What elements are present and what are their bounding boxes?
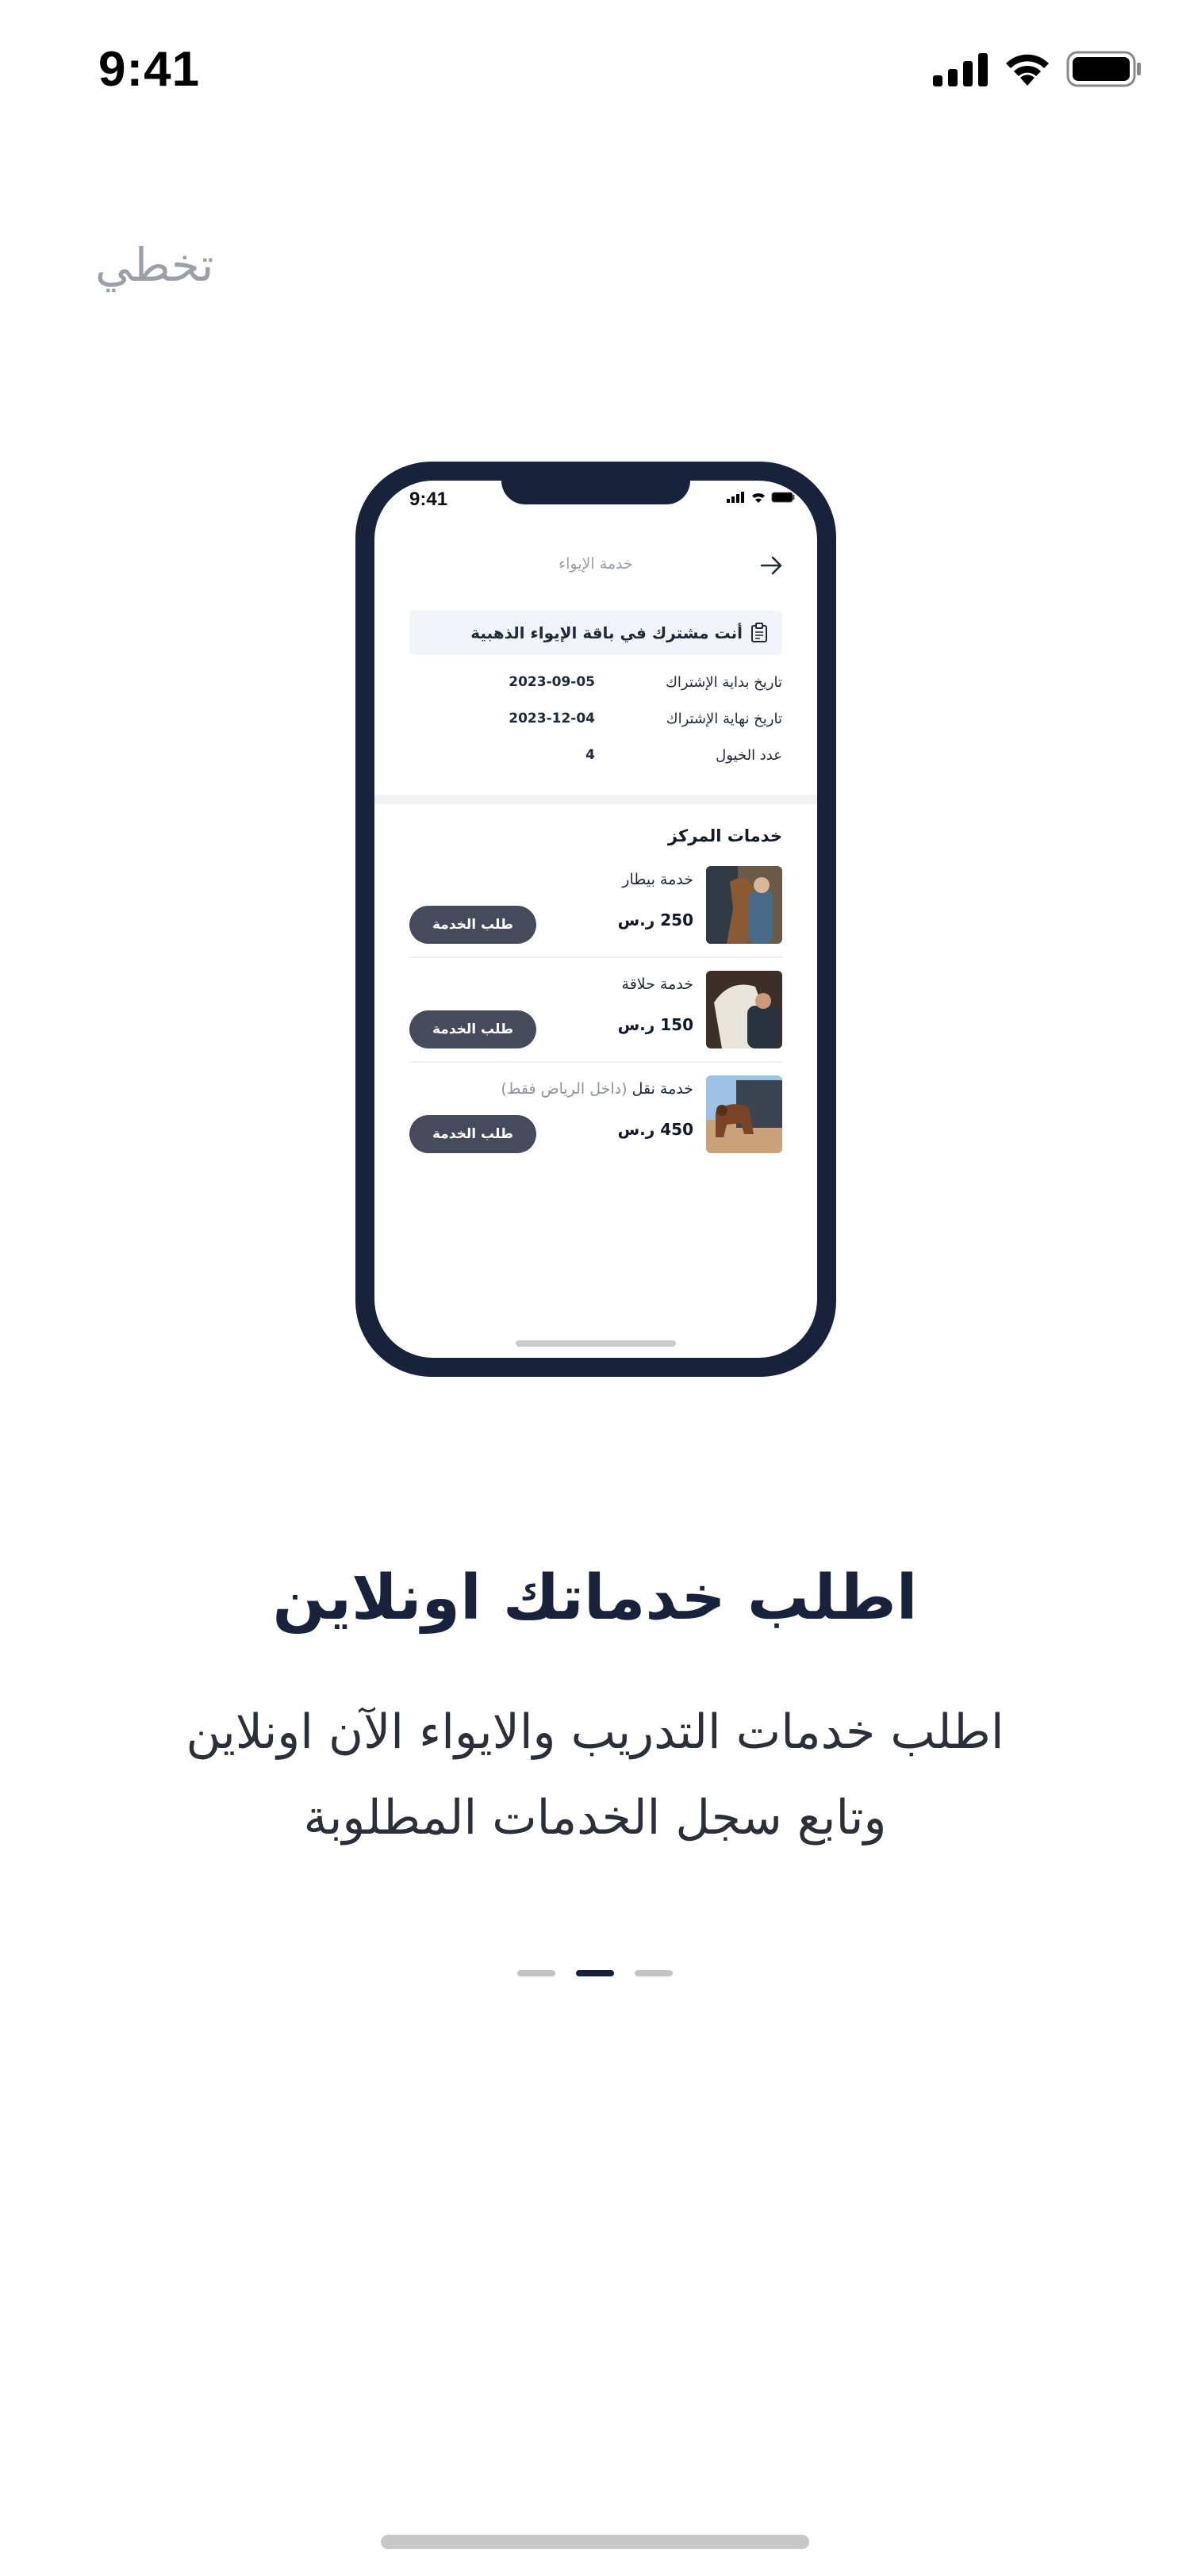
mockup-status-icons [727,492,795,503]
service-name: خدمة بيطار [622,871,693,888]
request-service-button[interactable]: طلب الخدمة [409,1115,536,1153]
service-price: 250 ر.س [617,910,693,930]
info-row-start-date: تاريخ بداية الإشتراك 2023-09-05 [409,674,782,698]
battery-icon [771,492,795,503]
onboarding-description: اطلب خدمات التدريب والايواء الآن اونلاين… [79,1689,1111,1861]
request-service-button[interactable]: طلب الخدمة [409,906,536,944]
row-divider [409,1061,782,1063]
skip-button[interactable]: تخطي [95,238,214,292]
signal-icon [933,53,988,86]
phone-notch [501,481,690,504]
phone-mockup: 9:41 خدمة الإيواء أنت مشترك في باقة الإي… [355,462,836,1377]
page-indicator [0,1970,1190,1976]
mockup-header: خدمة الإيواء [374,550,817,582]
page-dot[interactable] [635,1970,673,1976]
mockup-home-indicator [516,1340,676,1347]
battery-icon [1066,51,1141,87]
service-name: خدمة حلاقة [621,976,693,993]
service-item: خدمة نقل (داخل الرياض فقط) 450 ر.س طلب ا… [409,1075,782,1155]
status-bar: 9:41 [0,0,1190,143]
info-label: عدد الخيول [716,747,782,764]
arrow-right-icon[interactable] [758,554,785,577]
section-divider [374,795,817,804]
service-name: خدمة نقل (داخل الرياض فقط) [501,1080,693,1098]
signal-icon [727,492,744,503]
subscription-banner: أنت مشترك في باقة الإيواء الذهبية [409,611,782,655]
wifi-icon [752,493,765,503]
service-item: خدمة حلاقة 150 ر.س طلب الخدمة [409,971,782,1050]
service-item: خدمة بيطار 250 ر.س طلب الخدمة [409,866,782,945]
page-dot[interactable] [517,1970,555,1976]
service-image [706,866,782,944]
clipboard-icon [751,623,767,642]
info-value: 2023-09-05 [509,674,595,690]
mockup-page-title: خدمة الإيواء [559,555,633,573]
info-label: تاريخ بداية الإشتراك [666,674,782,691]
status-icons [933,51,1142,87]
row-divider [409,956,782,958]
service-image [706,971,782,1048]
home-indicator[interactable] [381,2535,809,2549]
info-value: 2023-12-04 [509,711,595,726]
info-label: تاريخ نهاية الإشتراك [666,711,782,727]
onboarding-title: اطلب خدماتك اونلاين [272,1562,918,1634]
mockup-status-time: 9:41 [409,489,448,510]
services-section-title: خدمات المركز [667,826,782,845]
phone-screen: 9:41 خدمة الإيواء أنت مشترك في باقة الإي… [374,481,817,1358]
service-image [706,1075,782,1153]
service-price: 450 ر.س [617,1120,693,1139]
subscription-text: أنت مشترك في باقة الإيواء الذهبية [470,623,743,642]
status-time: 9:41 [98,42,201,97]
description-line-2: وتابع سجل الخدمات المطلوبة [303,1790,887,1846]
description-line-1: اطلب خدمات التدريب والايواء الآن اونلاين [186,1704,1004,1760]
service-price: 150 ر.س [617,1015,693,1034]
info-row-horse-count: عدد الخيول 4 [409,747,782,771]
request-service-button[interactable]: طلب الخدمة [409,1010,536,1048]
page-dot-active[interactable] [576,1970,614,1976]
wifi-icon [1006,54,1049,86]
info-row-end-date: تاريخ نهاية الإشتراك 2023-12-04 [409,711,782,734]
info-value: 4 [585,747,595,763]
